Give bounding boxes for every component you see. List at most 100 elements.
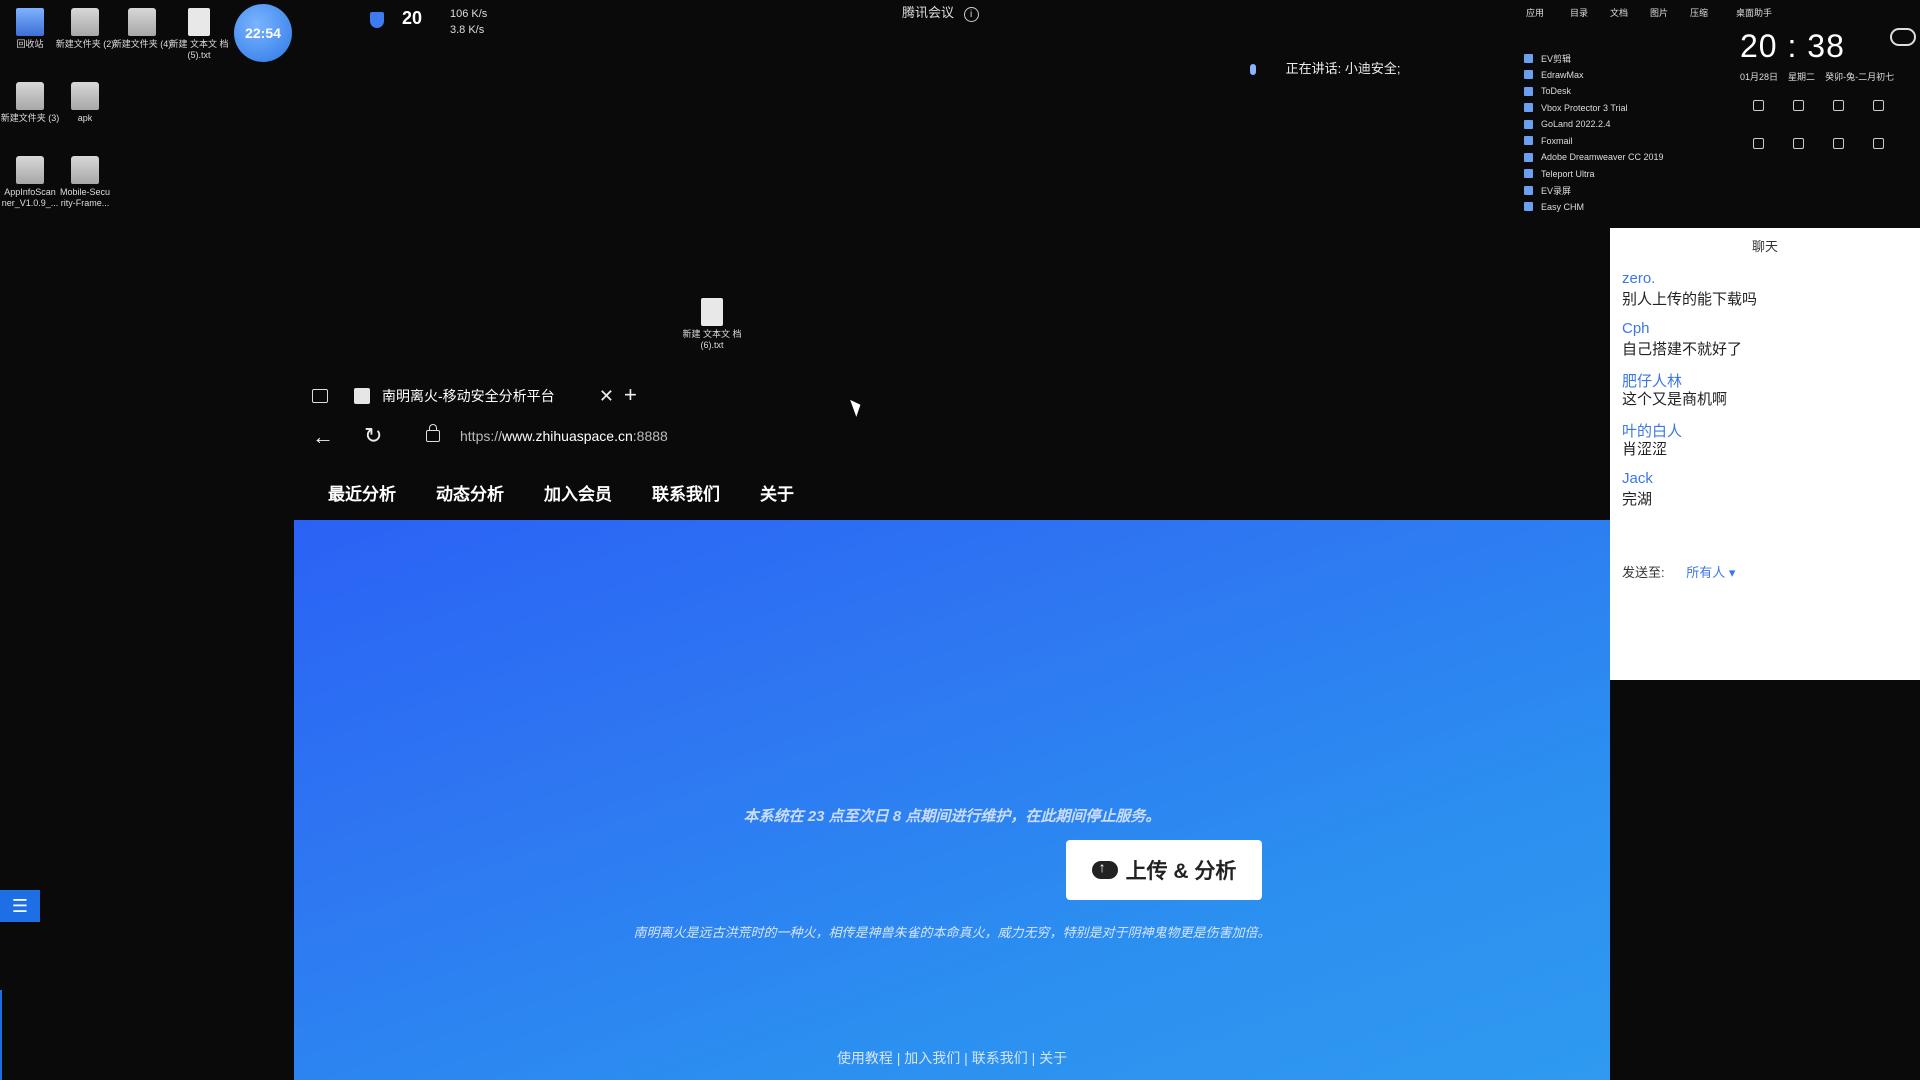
desktop-icon-label: 新建 文本文 档 (5).txt [169, 39, 229, 60]
desktop-icon-folder-3[interactable]: 新建文件夹 (3) [0, 82, 60, 124]
tab-title: 南明离火-移动安全分析平台 [382, 388, 555, 404]
chat-sender: zero. [1622, 270, 1656, 287]
menu-icon[interactable]: ☰ [0, 890, 40, 922]
launcher-app[interactable]: EV录屏 [1524, 182, 1664, 199]
desktop-icon-folder-2[interactable]: 新建文件夹 (2) [55, 8, 115, 50]
desktop-icon-recycle-bin[interactable]: 回收站 [0, 8, 60, 50]
app-label: Foxmail [1541, 135, 1573, 146]
info-icon[interactable]: i [963, 7, 979, 22]
new-tab-plus-icon[interactable]: + [624, 382, 637, 408]
maintenance-notice: 本系统在 23 点至次日 8 点期间进行维护，在此期间停止服务。 [743, 808, 1161, 825]
launcher-tab[interactable]: 文档 [1610, 6, 1628, 19]
quick-button[interactable] [1860, 138, 1896, 153]
chat-sender: Cph [1622, 320, 1650, 337]
launcher-app[interactable]: Vbox Protector 3 Trial [1524, 100, 1664, 117]
launcher-app[interactable]: Teleport Ultra [1524, 166, 1664, 183]
desktop-icon-text-5[interactable]: 新建 文本文 档 (5).txt [169, 8, 229, 61]
app-icon [1524, 53, 1533, 63]
quick-button[interactable] [1740, 100, 1776, 115]
browser-tabbar: 南明离火-移动安全分析平台 ✕ + [294, 372, 1610, 416]
chat-text: 别人上传的能下载吗 [1622, 291, 1758, 308]
launcher-app[interactable]: GoLand 2022.2.4 [1524, 116, 1664, 133]
meeting-bar[interactable]: 腾讯会议 i [902, 2, 979, 22]
lock-icon[interactable] [426, 424, 440, 442]
launcher-app[interactable]: EdrawMax [1524, 67, 1664, 84]
launcher-app[interactable]: ToDesk [1524, 83, 1664, 100]
text-file-icon [188, 8, 210, 36]
cloud-upload-icon [1091, 859, 1118, 879]
desktop-icon-text-6[interactable]: 新建 文本文 档 (6).txt [682, 298, 742, 351]
launcher-tab[interactable]: 应用 [1526, 6, 1544, 19]
app-icon [1524, 119, 1533, 129]
quick-button[interactable] [1780, 138, 1816, 153]
site-nav: 最近分析 动态分析 加入会员 联系我们 关于 [294, 460, 1610, 520]
microphone-icon [1250, 64, 1256, 76]
quick-button[interactable] [1820, 100, 1856, 115]
url-port: :8888 [632, 428, 668, 444]
hero-section: 本系统在 23 点至次日 8 点期间进行维护，在此期间停止服务。 上传 & 分析… [294, 520, 1610, 1080]
launcher-app[interactable]: Foxmail [1524, 133, 1664, 150]
power-icon [1872, 100, 1884, 111]
desktop-icon-label: Mobile-Secu rity-Frame... [59, 187, 111, 208]
clock-weekday: 星期二 [1788, 72, 1816, 82]
app-icon [1524, 152, 1533, 162]
app-label: EV录屏 [1541, 185, 1572, 196]
folder-icon [71, 8, 99, 36]
send-to-select[interactable]: 所有人 ▾ [1686, 565, 1735, 580]
upload-button-label: 上传 & 分析 [1125, 860, 1237, 883]
reload-icon[interactable]: ↻ [364, 423, 382, 449]
platform-description: 南明离火是远古洪荒时的一种火，相传是神兽朱雀的本命真火，威力无穷，特别是对于阴神… [633, 925, 1271, 940]
url-field[interactable]: https://www.zhihuaspace.cn:8888 [460, 428, 668, 444]
desktop-icon-label: 新建文件夹 (3) [0, 113, 60, 123]
quick-button[interactable] [1820, 138, 1856, 153]
desktop-icon-apk[interactable]: apk [55, 82, 115, 124]
app-label: Easy CHM [1541, 201, 1585, 212]
app-icon [1524, 70, 1533, 80]
app-label: Teleport Ultra [1541, 168, 1595, 179]
launcher-app[interactable]: Easy CHM [1524, 199, 1664, 216]
nav-recent-analysis[interactable]: 最近分析 [328, 480, 396, 505]
quick-button[interactable] [1740, 138, 1776, 153]
nav-join-member[interactable]: 加入会员 [544, 480, 612, 505]
launcher-app-list: EV剪辑 EdrawMax ToDesk Vbox Protector 3 Tr… [1524, 50, 1664, 215]
launcher-app[interactable]: Adobe Dreamweaver CC 2019 [1524, 149, 1664, 166]
launcher-tab[interactable]: 图片 [1650, 6, 1668, 19]
search-icon [1832, 100, 1844, 111]
desktop-icon-label: 新建 文本文 档 (6).txt [682, 329, 742, 350]
app-label: EdrawMax [1541, 69, 1584, 80]
desktop-icon-folder-4[interactable]: 新建文件夹 (4) [112, 8, 172, 50]
browser-tab-active[interactable]: 南明离火-移动安全分析平台 ✕ [354, 382, 614, 410]
desktop-icon-appinfoscanner[interactable]: AppInfoScan ner_V1.0.9_... [0, 156, 60, 209]
cloud-icon [1890, 28, 1916, 46]
launcher-tab[interactable]: 压缩 [1690, 6, 1708, 19]
text-file-icon [701, 298, 723, 326]
chat-text: 完湖 [1622, 491, 1653, 508]
launcher-app[interactable]: EV剪辑 [1524, 50, 1664, 67]
app-icon [1524, 103, 1533, 113]
send-to-label: 发送至: [1622, 565, 1665, 580]
quick-button[interactable] [1780, 100, 1816, 115]
app-icon [1524, 185, 1533, 195]
back-arrow-icon[interactable]: ← [312, 424, 334, 450]
desktop-screen: 回收站 新建文件夹 (2) 新建文件夹 (4) 新建 文本文 档 (5).txt… [0, 0, 1920, 1080]
app-icon [1524, 202, 1533, 212]
footer-links[interactable]: 使用教程 | 加入我们 | 联系我们 | 关于 [294, 1048, 1610, 1068]
chat-sender: 叶的白人 [1622, 423, 1683, 440]
nav-contact-us[interactable]: 联系我们 [652, 480, 720, 505]
nav-dynamic-analysis[interactable]: 动态分析 [436, 480, 504, 505]
recycle-bin-icon [16, 8, 44, 36]
folder-icon [16, 156, 44, 184]
desktop-icon-label: 新建文件夹 (2) [55, 39, 115, 49]
folder-icon [16, 82, 44, 110]
desktop-icon-mobsf[interactable]: Mobile-Secu rity-Frame... [55, 156, 115, 209]
floating-clock-bubble[interactable]: 22:54 [234, 4, 292, 62]
tab-list-icon[interactable] [312, 389, 328, 403]
folder-icon [1752, 138, 1764, 149]
close-icon[interactable]: ✕ [599, 386, 614, 407]
upload-analyze-button[interactable]: 上传 & 分析 [1066, 840, 1262, 900]
quick-button[interactable] [1860, 100, 1896, 115]
launcher-tab[interactable]: 目录 [1570, 6, 1588, 19]
url-prefix: https:// [460, 428, 503, 444]
nav-about[interactable]: 关于 [760, 480, 794, 505]
url-host: www.zhihuaspace.cn [502, 428, 633, 444]
